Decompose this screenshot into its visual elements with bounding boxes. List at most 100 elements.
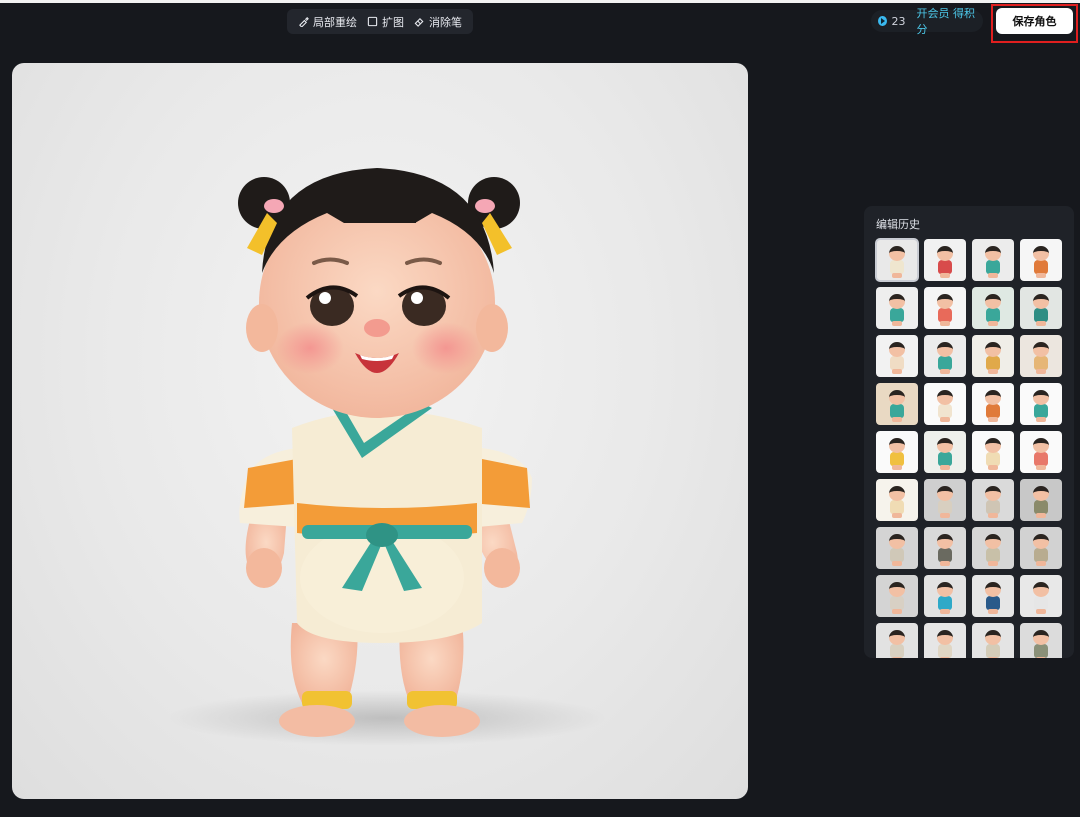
history-thumbnail[interactable] [876,335,918,377]
membership-link[interactable]: 开会员 得积分 [917,5,976,37]
history-thumbnail[interactable] [924,623,966,658]
thumbnail-legs [988,513,998,518]
thumbnail-legs [988,369,998,374]
history-thumbnail[interactable] [1020,527,1062,569]
thumbnail-head [1033,630,1049,645]
thumbnail-character [886,534,908,566]
thumbnail-character [982,246,1004,278]
history-thumbnail[interactable] [876,623,918,658]
thumbnail-outfit [890,356,904,370]
thumbnail-head [937,342,953,357]
history-thumbnail[interactable] [876,479,918,521]
history-thumbnail[interactable] [972,575,1014,617]
tool-expand[interactable]: 扩图 [367,14,404,30]
thumbnail-head [985,582,1001,597]
thumbnail-legs [1036,369,1046,374]
history-thumbnail[interactable] [924,239,966,281]
credit-count: 23 [891,14,906,28]
thumbnail-character [982,534,1004,566]
history-thumbnail[interactable] [1020,335,1062,377]
tool-eraser-label: 消除笔 [429,15,462,29]
thumbnail-head [889,342,905,357]
thumbnail-character [1030,486,1052,518]
thumbnail-head [937,390,953,405]
thumbnail-legs [940,561,950,566]
thumbnail-outfit [986,596,1000,610]
thumbnail-head [889,294,905,309]
history-thumbnail[interactable] [1020,383,1062,425]
history-thumbnail[interactable] [972,431,1014,473]
history-thumbnail[interactable] [924,287,966,329]
tool-eraser[interactable]: 消除笔 [414,14,462,30]
thumbnail-legs [1036,321,1046,326]
history-thumbnail[interactable] [1020,479,1062,521]
image-canvas[interactable] [12,63,748,799]
thumbnail-head [985,438,1001,453]
history-thumbnail[interactable] [876,527,918,569]
history-thumbnail[interactable] [876,383,918,425]
window-top-edge [0,0,1080,3]
history-thumbnail[interactable] [876,575,918,617]
thumbnail-head [937,246,953,261]
history-thumbnail[interactable] [876,431,918,473]
history-thumbnail[interactable] [924,527,966,569]
history-thumbnail[interactable] [875,238,919,282]
credits-pill[interactable]: 23 开会员 得积分 [871,7,983,36]
history-thumbnail[interactable] [972,335,1014,377]
save-character-button[interactable]: 保存角色 [996,8,1073,34]
history-thumbnail[interactable] [972,287,1014,329]
history-thumbnail[interactable] [1020,287,1062,329]
thumbnail-head [889,438,905,453]
thumbnail-head [937,486,953,501]
thumbnail-head [889,582,905,597]
thumbnail-character [982,438,1004,470]
thumbnail-outfit [986,404,1000,418]
thumbnail-legs [892,465,902,470]
thumbnail-legs [988,417,998,422]
tool-expand-label: 扩图 [382,15,404,29]
thumbnail-outfit [938,596,952,610]
thumbnail-outfit [1034,596,1048,610]
thumbnail-character [934,246,956,278]
history-thumbnail[interactable] [972,623,1014,658]
thumbnail-outfit [986,500,1000,514]
thumbnail-head [889,390,905,405]
history-thumbnail[interactable] [924,575,966,617]
thumbnail-character [886,630,908,658]
history-thumbnail[interactable] [1020,239,1062,281]
thumbnail-head [1033,342,1049,357]
thumbnail-outfit [890,596,904,610]
history-thumbnail[interactable] [1020,623,1062,658]
thumbnail-head [985,630,1001,645]
history-thumbnail[interactable] [972,383,1014,425]
history-thumbnail[interactable] [1020,575,1062,617]
thumbnail-head [889,534,905,549]
history-thumbnail[interactable] [924,383,966,425]
thumbnail-legs [1036,513,1046,518]
thumbnail-outfit [890,404,904,418]
thumbnail-character [982,582,1004,614]
history-thumbnail[interactable] [924,335,966,377]
history-thumbnail[interactable] [924,479,966,521]
thumbnail-legs [892,273,902,278]
thumbnail-head [937,582,953,597]
thumbnail-character [934,534,956,566]
thumbnail-legs [892,609,902,614]
thumbnail-outfit [890,548,904,562]
history-thumbnail[interactable] [972,527,1014,569]
history-thumbnail[interactable] [972,239,1014,281]
history-thumbnail[interactable] [876,287,918,329]
tool-inpaint[interactable]: 局部重绘 [298,14,357,30]
thumbnail-character [1030,390,1052,422]
thumbnail-outfit [986,644,1000,658]
thumbnail-legs [892,657,902,658]
thumbnail-character [982,486,1004,518]
history-thumbnail[interactable] [924,431,966,473]
history-thumbnail[interactable] [1020,431,1062,473]
thumbnail-outfit [890,644,904,658]
thumbnail-legs [988,609,998,614]
thumbnail-outfit [938,260,952,274]
thumbnail-legs [940,321,950,326]
history-thumbnail[interactable] [972,479,1014,521]
thumbnail-character [1030,342,1052,374]
